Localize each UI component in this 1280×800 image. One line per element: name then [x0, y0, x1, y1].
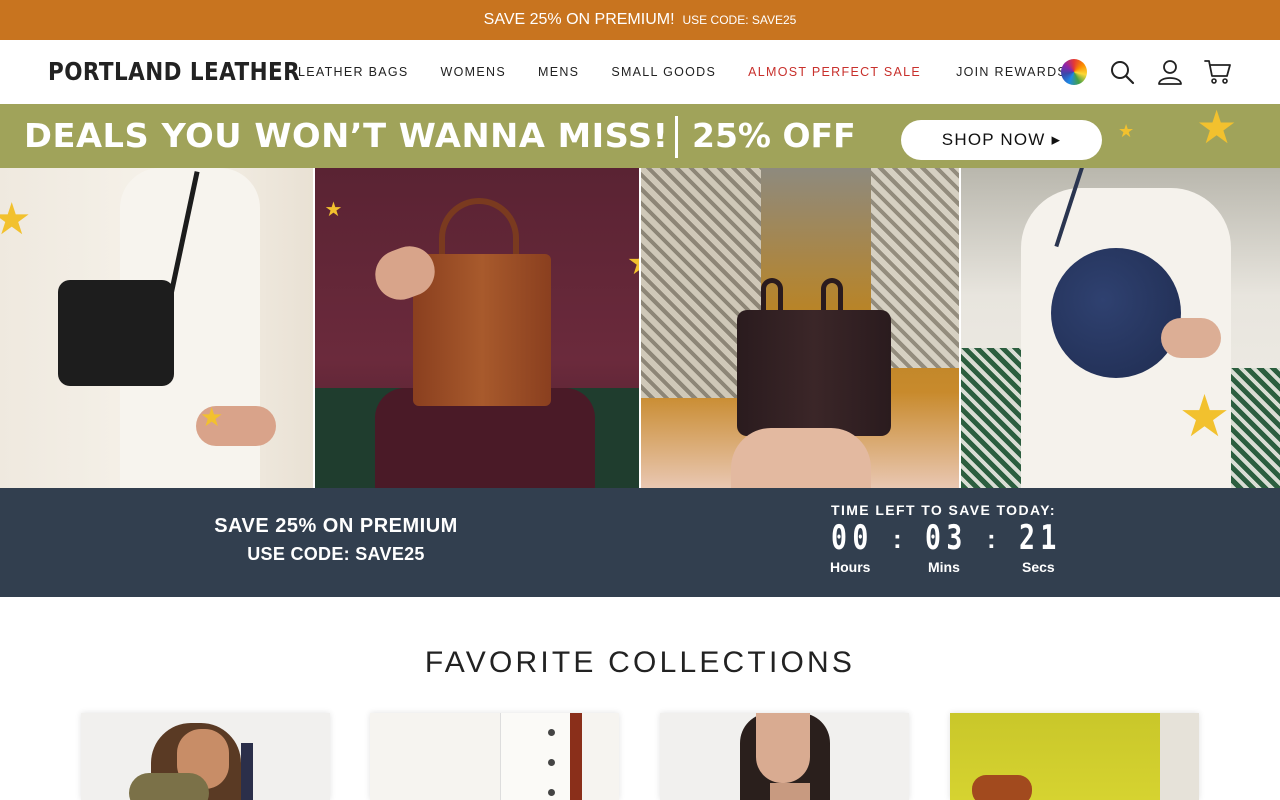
deals-banner[interactable]: DEALS YOU WON’T WANNA MISS! 25% OFF SHOP…: [0, 104, 1280, 168]
deals-divider: [675, 116, 678, 158]
nav-small-goods[interactable]: SMALL GOODS: [611, 65, 716, 79]
site-logo[interactable]: PORTLAND LEATHER: [48, 57, 300, 86]
brown-tote-bag-photo[interactable]: ★ ★: [314, 168, 639, 488]
shop-now-button[interactable]: SHOP NOW ▸: [901, 120, 1102, 160]
star-icon: ★: [0, 195, 32, 244]
countdown-seconds: 21: [1019, 518, 1062, 558]
countdown-label: TIME LEFT TO SAVE TODAY:: [831, 502, 1056, 518]
promo-headline: SAVE 25% ON PREMIUM!: [483, 11, 675, 28]
cart-icon[interactable]: [1204, 58, 1232, 86]
black-crossbody-bag-photo[interactable]: ★ ★: [0, 168, 313, 488]
star-icon: ★: [324, 199, 343, 221]
collections-title: FAVORITE COLLECTIONS: [424, 646, 856, 679]
countdown-banner: SAVE 25% ON PREMIUM USE CODE: SAVE25 TIM…: [0, 488, 1280, 597]
nav-mens[interactable]: MENS: [538, 65, 579, 79]
nav-almost-perfect-sale[interactable]: ALMOST PERFECT SALE: [748, 65, 921, 79]
star-icon: ★: [627, 246, 639, 280]
collection-card-3[interactable]: [660, 713, 909, 800]
promo-bar[interactable]: SAVE 25% ON PREMIUM! USE CODE: SAVE25: [0, 0, 1280, 40]
countdown-promo-line2: USE CODE: SAVE25: [247, 544, 425, 564]
main-nav: LEATHER BAGS WOMENS MENS SMALL GOODS ALM…: [298, 40, 1067, 104]
star-icon: ★: [1196, 104, 1238, 153]
nav-leather-bags[interactable]: LEATHER BAGS: [298, 65, 409, 79]
countdown-seconds-unit: Secs: [1022, 559, 1055, 575]
star-icon: ★: [1178, 384, 1231, 449]
nav-womens[interactable]: WOMENS: [441, 65, 506, 79]
hero-image-grid[interactable]: ★ ★ ★ ★ ★: [0, 168, 1280, 488]
navy-round-bag-photo[interactable]: ★: [960, 168, 1280, 488]
nav-join-rewards[interactable]: JOIN REWARDS: [956, 65, 1067, 79]
star-icon: ★: [200, 402, 224, 432]
color-wheel-icon[interactable]: [1060, 58, 1088, 86]
deals-headline: DEALS YOU WON’T WANNA MISS!: [24, 116, 669, 155]
collection-card-2[interactable]: [370, 713, 619, 800]
collection-card-4[interactable]: [950, 713, 1199, 800]
countdown-separator: :: [893, 524, 902, 554]
countdown-minutes: 03: [925, 518, 968, 558]
site-header: PORTLAND LEATHER LEATHER BAGS WOMENS MEN…: [0, 40, 1280, 104]
countdown-hours: 00: [831, 518, 874, 558]
deals-discount: 25% OFF: [692, 116, 856, 155]
search-icon[interactable]: [1108, 58, 1136, 86]
countdown-hours-unit: Hours: [830, 559, 871, 575]
countdown-separator: :: [987, 524, 996, 554]
collection-card-1[interactable]: [81, 713, 330, 800]
countdown-promo-line1: SAVE 25% ON PREMIUM: [214, 515, 458, 537]
account-icon[interactable]: [1156, 58, 1184, 86]
countdown-minutes-unit: Mins: [928, 559, 960, 575]
star-icon: ★: [1118, 121, 1135, 141]
promo-code: USE CODE: SAVE25: [682, 13, 797, 27]
dark-handbag-photo[interactable]: [641, 168, 959, 488]
